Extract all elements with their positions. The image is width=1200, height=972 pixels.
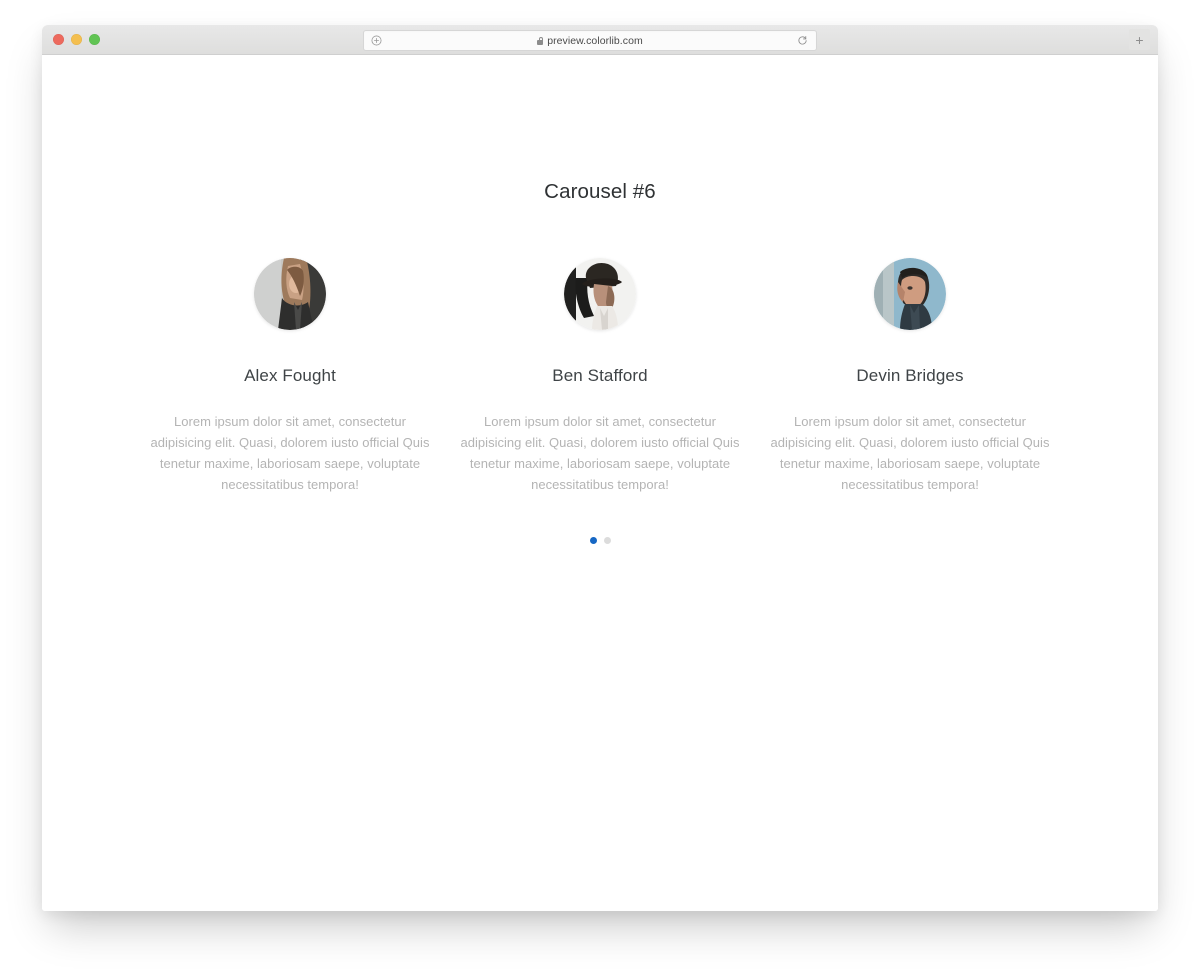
minimize-window-button[interactable]	[71, 34, 82, 45]
window-controls	[42, 34, 100, 45]
carousel-pagination	[42, 537, 1158, 544]
maximize-window-button[interactable]	[89, 34, 100, 45]
avatar-ben-stafford	[564, 258, 636, 330]
slide-name: Ben Stafford	[552, 366, 648, 385]
address-bar-content: preview.colorlib.com	[364, 35, 816, 47]
slide-text: Lorem ipsum dolor sit amet, consectetur …	[460, 414, 740, 492]
browser-window: preview.colorlib.com + Carousel #6 Alex …	[42, 25, 1158, 911]
carousel: Alex Fought Lorem ipsum dolor sit amet, …	[42, 204, 1158, 495]
carousel-slide[interactable]: Alex Fought Lorem ipsum dolor sit amet, …	[135, 258, 445, 495]
avatar-devin-bridges	[874, 258, 946, 330]
reload-icon[interactable]	[797, 35, 808, 46]
new-tab-button[interactable]: +	[1129, 29, 1150, 50]
browser-chrome: preview.colorlib.com +	[42, 25, 1158, 55]
slide-name: Devin Bridges	[856, 366, 964, 385]
carousel-slide[interactable]: Ben Stafford Lorem ipsum dolor sit amet,…	[445, 258, 755, 495]
slide-text: Lorem ipsum dolor sit amet, consectetur …	[770, 414, 1050, 492]
pagination-dot-1[interactable]	[589, 537, 597, 544]
pagination-dot-2[interactable]	[603, 537, 611, 544]
carousel-slide[interactable]: Devin Bridges Lorem ipsum dolor sit amet…	[755, 258, 1065, 495]
close-window-button[interactable]	[53, 34, 64, 45]
avatar-alex-fought	[254, 258, 326, 330]
lock-icon	[537, 36, 544, 45]
page-title: Carousel #6	[544, 180, 656, 203]
slide-name: Alex Fought	[244, 366, 336, 385]
page-viewport: Carousel #6 Alex Fought Lorem ipsum dolo…	[42, 55, 1158, 911]
address-bar-url: preview.colorlib.com	[547, 34, 643, 47]
circle-plus-icon	[371, 35, 382, 46]
slide-text: Lorem ipsum dolor sit amet, consectetur …	[150, 414, 430, 492]
address-bar[interactable]: preview.colorlib.com	[363, 30, 817, 51]
